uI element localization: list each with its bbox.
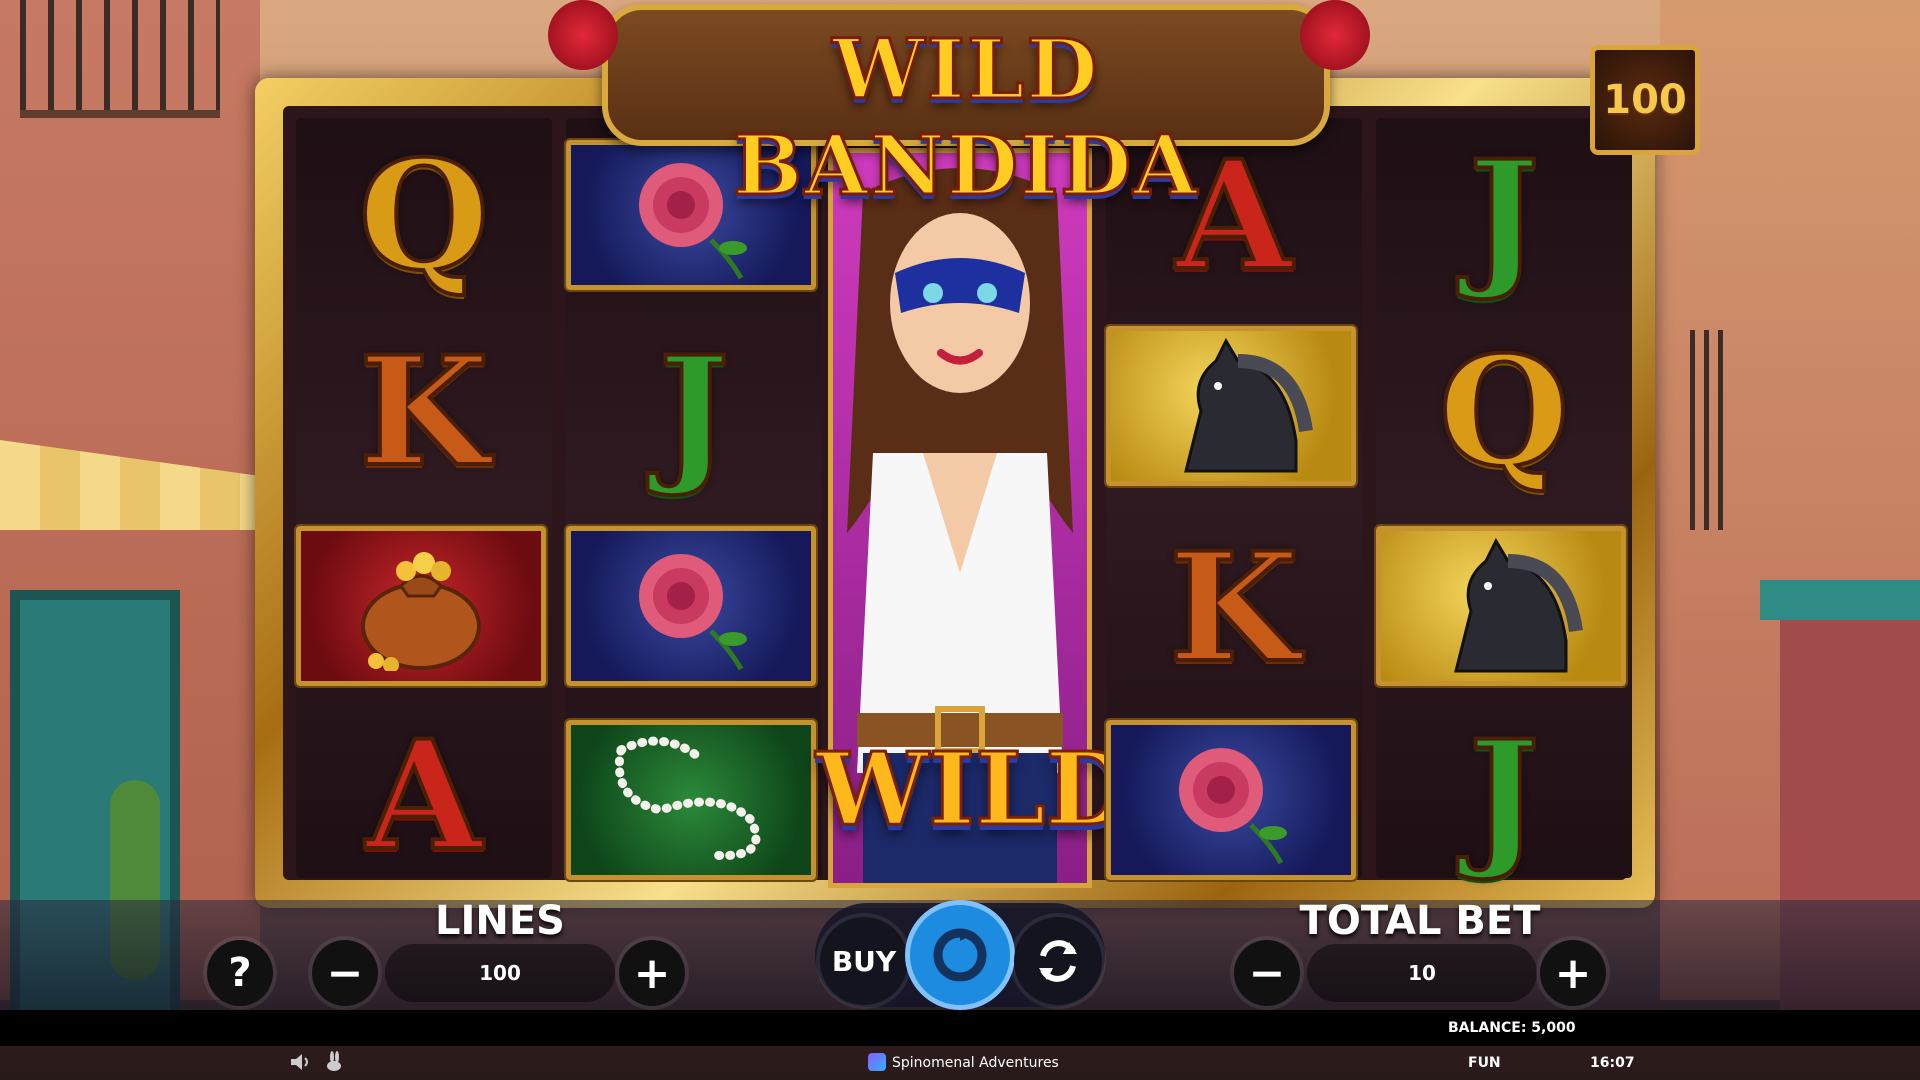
balance-bar (0, 1010, 1920, 1046)
reel-5: J Q J (1374, 118, 1632, 878)
symbol-a: A (364, 708, 484, 884)
autoplay-button[interactable] (1014, 917, 1102, 1005)
rose-icon (639, 554, 747, 671)
rabbit-icon[interactable] (322, 1050, 346, 1074)
horse-icon (1184, 337, 1313, 473)
wild-label: WILD (815, 729, 1134, 850)
spin-icon (933, 928, 987, 982)
symbol-horse (1104, 324, 1358, 488)
rose-decoration-icon (548, 0, 618, 70)
money-bag-icon (361, 552, 481, 671)
mode-text: FUN (1468, 1055, 1501, 1071)
reel-4: A K (1104, 118, 1362, 882)
symbol-pearls (564, 718, 818, 882)
symbol-horse (1374, 524, 1628, 688)
lines-value: 100 (385, 944, 615, 1002)
lines-label: LINES (435, 898, 565, 944)
symbol-q: Q (357, 128, 492, 304)
spinomenal-logo-icon (868, 1053, 886, 1071)
total-bet-label: TOTAL BET (1299, 898, 1541, 944)
bet-minus-button[interactable]: − (1234, 940, 1300, 1006)
symbol-j: J (657, 324, 732, 500)
reel-2: J (564, 118, 822, 882)
rose-decoration-icon (1300, 0, 1370, 70)
symbol-k: K (1167, 520, 1301, 696)
symbol-q: Q (1437, 324, 1572, 500)
balance-text: BALANCE: 5,000 (1448, 1020, 1576, 1036)
symbol-money-bag (294, 524, 548, 688)
spin-button[interactable] (910, 905, 1010, 1005)
lines-plus-button[interactable]: + (619, 940, 685, 1006)
autoplay-icon (1039, 940, 1077, 982)
symbol-k: K (357, 324, 491, 500)
help-button[interactable]: ? (207, 940, 273, 1006)
symbol-rose (564, 524, 818, 688)
clock-text: 16:07 (1590, 1055, 1635, 1071)
reel-1: Q K A (294, 118, 552, 878)
total-bet-value: 10 (1307, 944, 1537, 1002)
lines-count-badge: 100 (1590, 45, 1700, 155)
brand-name: Spinomenal Adventures (892, 1055, 1059, 1071)
horse-icon (1454, 537, 1583, 673)
right-awning (1760, 580, 1920, 620)
speaker-icon[interactable] (288, 1050, 312, 1074)
pearls-icon (614, 736, 761, 861)
symbol-rose (1104, 718, 1358, 882)
lines-minus-button[interactable]: − (312, 940, 378, 1006)
balcony-railing (20, 0, 220, 118)
bet-plus-button[interactable]: + (1540, 940, 1606, 1006)
game-title: WILD BANDIDA (731, 21, 1200, 216)
rose-icon (1179, 748, 1287, 865)
buy-button[interactable]: BUY (820, 917, 908, 1005)
symbol-j: J (1467, 708, 1542, 884)
right-balcony (1690, 330, 1730, 530)
